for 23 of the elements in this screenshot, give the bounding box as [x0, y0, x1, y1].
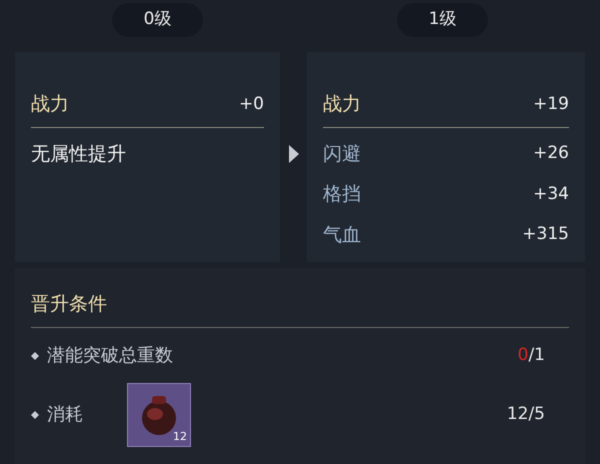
stat-value: +0: [238, 92, 264, 116]
level-label: 0级: [112, 3, 204, 37]
stat-name: 战力: [323, 92, 361, 117]
arrow-icon: [288, 144, 300, 164]
stat-value: +315: [522, 223, 569, 246]
stat-value: +34: [533, 182, 569, 206]
bullet-icon: [31, 410, 39, 418]
stat-name: 气血: [323, 222, 361, 248]
stat-value: +19: [533, 92, 569, 116]
stat-name: 闪避: [323, 142, 361, 166]
condition-label: 潜能突破总重数: [47, 344, 173, 368]
stat-value: +26: [533, 142, 569, 165]
stat-note: 无属性提升: [31, 142, 126, 164]
bullet-icon: [31, 352, 39, 360]
item-slot[interactable]: 12: [127, 382, 191, 446]
stat-name: 战力: [31, 92, 69, 117]
condition-progress: 0/1: [518, 344, 545, 367]
condition-progress: 12/5: [506, 402, 545, 426]
stat-name: 格挡: [323, 182, 361, 207]
level-label: 1级: [396, 3, 488, 37]
item-count: 12: [173, 429, 187, 445]
section-title: 晋升条件: [31, 293, 107, 315]
condition-label: 消耗: [47, 403, 83, 427]
